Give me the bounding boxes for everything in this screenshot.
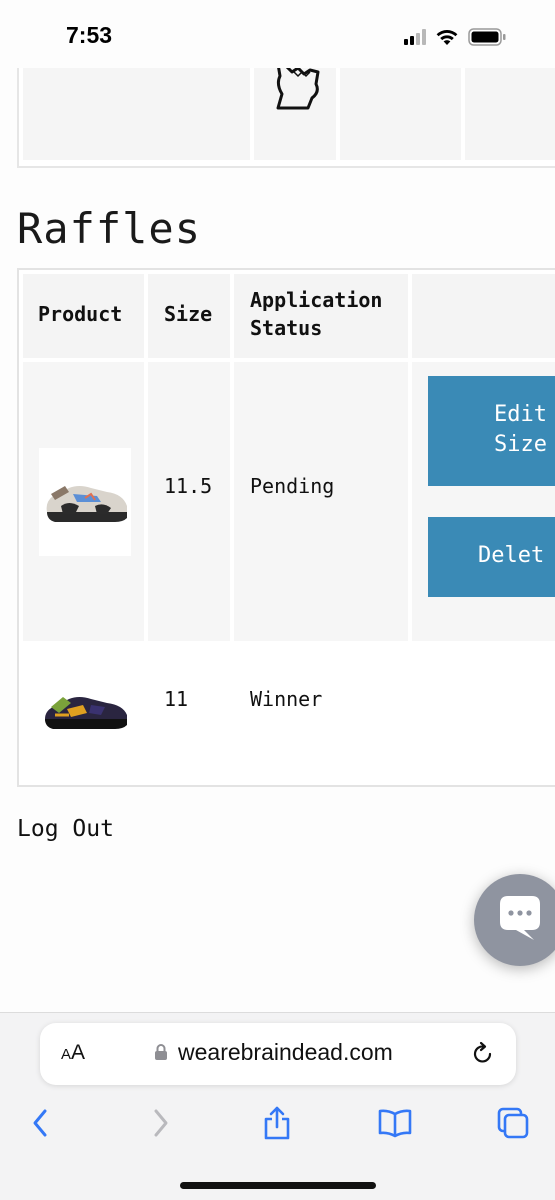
delete-button-label: Delet xyxy=(478,543,545,568)
column-header-label: Application xyxy=(250,288,383,312)
edit-size-button-label: Edit xyxy=(494,402,547,427)
cellular-signal-icon xyxy=(404,29,426,45)
table-cell xyxy=(340,68,461,160)
size-value: 11.5 xyxy=(164,474,213,498)
safari-toolbar: AA wearebraindead.com xyxy=(0,1012,555,1200)
table-cell-status: Winner xyxy=(234,645,408,781)
web-content: Raffles Product Size Application Status xyxy=(0,68,555,1012)
table-cell-product xyxy=(23,645,144,781)
column-header-product: Product xyxy=(23,274,144,358)
address-bar[interactable]: AA wearebraindead.com xyxy=(40,1023,516,1085)
tabs-icon xyxy=(497,1107,529,1139)
edit-size-button-label: Size xyxy=(494,432,547,457)
table-cell-status: Pending xyxy=(234,362,408,641)
chat-button[interactable] xyxy=(474,874,555,966)
sneaker-image-drawing xyxy=(45,697,127,729)
reader-settings-button[interactable]: AA xyxy=(61,1041,85,1065)
url-text: wearebraindead.com xyxy=(178,1039,393,1065)
home-indicator xyxy=(180,1182,376,1189)
column-header-actions xyxy=(412,274,555,358)
column-header-label: Size xyxy=(164,302,213,326)
bookmarks-button[interactable] xyxy=(373,1101,417,1145)
status-icons xyxy=(404,26,506,48)
battery-icon xyxy=(468,28,506,46)
reader-settings-label-small: A xyxy=(61,1046,72,1063)
log-out-link[interactable]: Log Out xyxy=(17,816,114,842)
wifi-icon xyxy=(436,30,458,45)
delete-button[interactable]: Delet xyxy=(428,517,555,597)
column-header-size: Size xyxy=(148,274,230,358)
lock-icon xyxy=(155,1044,167,1060)
product-sketch-image xyxy=(276,68,320,110)
back-button[interactable] xyxy=(18,1101,62,1145)
tabs-button[interactable] xyxy=(491,1101,535,1145)
chat-bubble-icon xyxy=(500,896,540,940)
edit-size-button[interactable]: Edit Size xyxy=(428,376,555,486)
status-value: Winner xyxy=(250,687,323,711)
column-header-application-status: Application Status xyxy=(234,274,408,358)
column-header-label: Status xyxy=(250,316,323,340)
raffles-title: Raffles xyxy=(17,204,202,253)
table-cell xyxy=(254,68,336,160)
table-cell-actions xyxy=(412,645,555,781)
table-cell xyxy=(23,68,250,160)
chevron-left-icon xyxy=(33,1109,47,1137)
table-cell-size: 11 xyxy=(148,645,230,781)
raffles-table: Product Size Application Status 11.5 Pen… xyxy=(17,268,555,787)
status-value: Pending xyxy=(250,474,335,498)
sneaker-image[interactable] xyxy=(39,448,131,556)
forward-button[interactable] xyxy=(139,1101,183,1145)
table-cell-size: 11.5 xyxy=(148,362,230,641)
table-cell-actions: Edit Size Delet xyxy=(412,362,555,641)
table-cell xyxy=(465,68,555,160)
reader-settings-label-large: A xyxy=(71,1041,86,1064)
sneaker-image-drawing xyxy=(46,486,127,522)
table-cell-product xyxy=(23,362,144,641)
previous-table xyxy=(17,68,555,168)
chevron-right-icon xyxy=(154,1109,168,1137)
size-value: 11 xyxy=(164,687,189,711)
reload-icon[interactable] xyxy=(470,1041,496,1067)
share-icon xyxy=(264,1106,290,1140)
status-bar: 7:53 xyxy=(0,0,555,68)
share-button[interactable] xyxy=(255,1101,299,1145)
book-icon xyxy=(378,1109,412,1138)
column-header-label: Product xyxy=(38,302,123,326)
sneaker-image[interactable] xyxy=(39,675,131,745)
status-time: 7:53 xyxy=(66,22,113,48)
